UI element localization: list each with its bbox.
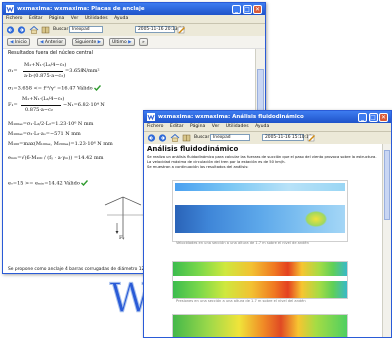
equation-mmax: M₁₀₀=max(M₁₀₀ₐₛ, M₂₀₀ₐₛ)=1.23·10⁶ N mm: [8, 141, 113, 147]
forward-arrow-icon[interactable]: [158, 134, 167, 142]
window1-titlebar[interactable]: wxmaxima: wxmaxima: Placas de anclaje _ …: [3, 3, 265, 15]
caption-velocity: Velocidades en una sección a una altura …: [176, 241, 309, 245]
pencil-icon[interactable]: [307, 134, 316, 142]
equation-emin: eₘᵢₙ=√(6·M₁₀₀ / (fᵧ · a·γₘ)) =14.42 mm: [8, 155, 104, 161]
forward-arrow-icon[interactable]: [17, 26, 26, 34]
paragraph-2: La velocidad máxima de circulación del t…: [147, 160, 286, 164]
close-icon[interactable]: ✕: [253, 4, 262, 14]
date-field[interactable]: 2005-11-16 20:13:26: [135, 26, 185, 33]
window2-scrollbar[interactable]: [382, 144, 391, 337]
eq8-text: eₒ=15 >= eₘᵢₙ=14.42 Válido: [8, 180, 80, 187]
siguiente-label: Siguiente: [75, 40, 97, 45]
pencil-icon[interactable]: [177, 26, 186, 34]
more-button[interactable]: »: [139, 38, 148, 46]
menu-ver[interactable]: Ver: [212, 124, 220, 129]
page-title: Análisis fluidodinámico: [147, 145, 239, 153]
minimize-icon[interactable]: _: [232, 4, 241, 14]
app-icon: [6, 5, 14, 13]
velocity-contour-image: [172, 180, 348, 242]
eq3-denominator: 0.875·a−c₂: [25, 107, 53, 113]
eq1-fraction-line: [23, 71, 63, 72]
anterior-button[interactable]: ◀ Anterior: [37, 38, 67, 46]
menu-pagina[interactable]: Página: [190, 124, 205, 129]
equation-check2: eₒ=15 >= eₘᵢₙ=14.42 Válido: [8, 180, 89, 187]
back-arrow-icon[interactable]: [147, 134, 156, 142]
checkmark-icon: [81, 180, 89, 186]
cfd2-white-bar: [173, 276, 347, 281]
book-icon[interactable]: [182, 134, 191, 142]
eq3-result: −N₁=6.82·10⁴ N: [63, 102, 105, 108]
home-icon[interactable]: [170, 134, 180, 142]
book-icon[interactable]: [41, 26, 50, 34]
window2-title: wxmaxima: wxmaxima: Análisis fluidodinám…: [158, 114, 304, 120]
window2-scroll-thumb[interactable]: [384, 150, 390, 220]
back-arrow-icon[interactable]: [6, 26, 15, 34]
force-label: Fᵧ: [119, 235, 125, 241]
pressure-contour-image-2: [172, 314, 348, 337]
search-value: Inexpad: [213, 135, 231, 140]
maximize-icon[interactable]: □: [242, 4, 252, 14]
eq1-result: =3.658: [65, 68, 84, 74]
menu-fichero[interactable]: Fichero: [147, 124, 163, 129]
search-input[interactable]: Inexpad: [69, 26, 103, 33]
equation-m2: M₁₀₀ₐₛ=σ₂·L₂·aₒ=−571 N mm: [8, 131, 81, 137]
search-label: Buscar: [53, 27, 69, 32]
pressure-contour-image: [172, 261, 348, 299]
minimize-icon[interactable]: _: [358, 112, 367, 122]
equation-f1: F₁= M₁+N₁·(L₂/4−c₂) 0.875·a−c₂ −N₁=6.82·…: [8, 95, 158, 117]
page-nav-bar: ◀ Inicio ◀ Anterior Siguiente ▶ Último ▶…: [3, 36, 265, 49]
more-label: »: [142, 40, 145, 45]
cfd1-strip-top: [175, 183, 345, 191]
window2-titlebar[interactable]: wxmaxima: wxmaxima: Análisis fluidodinám…: [144, 111, 391, 123]
menu-editar[interactable]: Editar: [170, 124, 184, 129]
home-icon[interactable]: [29, 26, 39, 34]
search-label: Buscar: [194, 135, 210, 140]
menu-editar[interactable]: Editar: [29, 16, 43, 21]
menu-ayuda[interactable]: Ayuda: [255, 124, 269, 129]
inicio-button[interactable]: ◀ Inicio: [7, 38, 30, 46]
equation-check1: σ₁=3.658 <= fᶜᵈ/γᶜ =16.47 Válido: [8, 85, 102, 92]
date-value: 2005-11-16 15:10:18: [265, 135, 312, 140]
search-input[interactable]: Inexpad: [210, 134, 250, 141]
equation-m1: M₁₀₀ₐₛ=σ₁·L₂/2·L₂=1.23·10⁶ N mm: [8, 121, 94, 127]
eq1-numerator: M₁+N₁·(L₂/4−c₂): [24, 62, 67, 68]
maximize-icon[interactable]: □: [368, 112, 378, 122]
menu-utilidades[interactable]: Utilidades: [226, 124, 249, 129]
search-value: Inexpad: [72, 27, 90, 32]
equation-sigma1: σ₁= M₁+N₁·(L₂/4−c₂) a·b·(0.875·a−c₂) =3.…: [8, 61, 158, 83]
inicio-label: Inicio: [14, 40, 27, 45]
window-analisis-fluidodinamico: wxmaxima: wxmaxima: Análisis fluidodinám…: [143, 110, 392, 338]
window2-content: Análisis fluidodinámico Se realiza un an…: [144, 144, 382, 337]
menu-ver[interactable]: Ver: [71, 16, 79, 21]
cfd1-yellow-spot: [305, 211, 327, 227]
section-title: Resultados fuera del núcleo central: [8, 51, 93, 56]
menu-utilidades[interactable]: Utilidades: [85, 16, 108, 21]
caption-pressure: Presiones en una sección a una altura de…: [176, 299, 306, 303]
app-icon: [147, 113, 155, 121]
anterior-label: Anterior: [44, 40, 64, 45]
eq2-text: σ₁=3.658 <= fᶜᵈ/γᶜ =16.47 Válido: [8, 85, 93, 92]
eq3-lhs: F₁=: [8, 102, 18, 108]
menu-fichero[interactable]: Fichero: [6, 16, 22, 21]
paragraph-1: Se realiza un análisis fluidodinámico pa…: [147, 155, 377, 159]
ultimo-label: Último: [112, 40, 127, 45]
ultimo-button[interactable]: Último ▶: [109, 38, 135, 46]
paragraph-3: Se muestran a continuación los resultado…: [147, 165, 249, 169]
eq1-unit: N/mm²: [82, 68, 100, 74]
eq1-lhs: σ₁=: [8, 68, 18, 74]
eq3-fraction-line: [21, 105, 61, 106]
checkmark-icon: [94, 85, 102, 91]
menu-pagina[interactable]: Página: [49, 16, 64, 21]
eq1-denominator: a·b·(0.875·a−c₂): [24, 73, 66, 79]
menu-ayuda[interactable]: Ayuda: [114, 16, 128, 21]
siguiente-button[interactable]: Siguiente ▶: [72, 38, 105, 46]
window2-menubar: Fichero Editar Página Ver Utilidades Ayu…: [144, 123, 391, 132]
window1-title: wxmaxima: wxmaxima: Placas de anclaje: [17, 6, 145, 12]
eq3-numerator: M₁+N₁·(L₂/4−c₂): [22, 96, 65, 102]
window1-menubar: Fichero Editar Página Ver Utilidades Ayu…: [3, 15, 265, 24]
date-field[interactable]: 2005-11-16 15:10:18: [262, 134, 312, 141]
close-icon[interactable]: ✕: [379, 112, 388, 122]
